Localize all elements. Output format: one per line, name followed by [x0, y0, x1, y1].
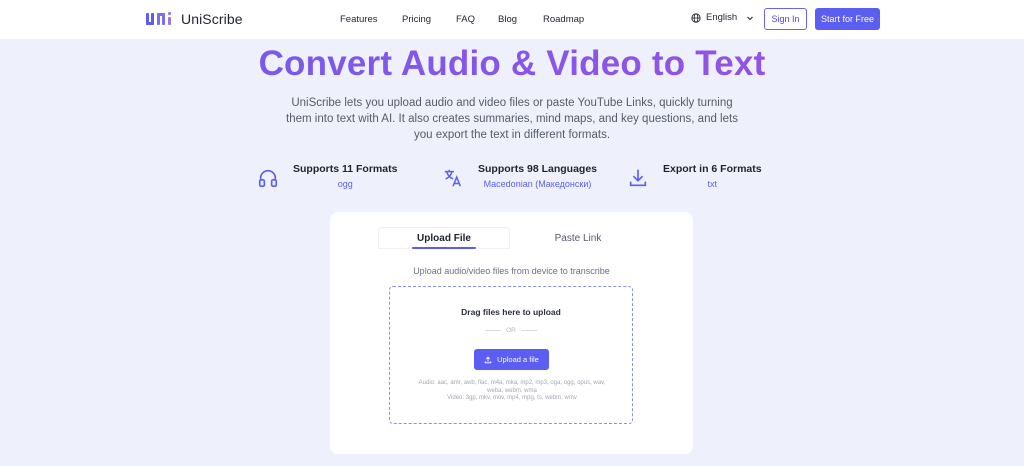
feature-formats-title: Supports 11 Formats [293, 163, 398, 175]
tab-upload-file[interactable]: Upload File [378, 227, 510, 249]
translate-icon [444, 169, 462, 187]
or-label: OR [506, 327, 516, 334]
upload-card: Upload File Paste Link Upload audio/vide… [330, 212, 693, 454]
feature-export-value: txt [707, 179, 718, 189]
video-formats: Video: 3gp, mkv, mov, mp4, mpg, ts, webm… [447, 395, 577, 401]
nav-features[interactable]: Features [340, 14, 378, 25]
nav-roadmap[interactable]: Roadmap [543, 14, 584, 25]
brand-logo[interactable]: UniScribe [145, 10, 243, 28]
upload-file-button[interactable]: Upload a file [474, 349, 549, 370]
nav-pricing[interactable]: Pricing [402, 14, 431, 25]
headphones-icon [258, 169, 278, 188]
download-icon [629, 169, 647, 187]
feature-formats: Supports 11 Formats ogg [257, 163, 397, 190]
start-free-button[interactable]: Start for Free [815, 8, 880, 30]
hero-title: Convert Audio & Video to Text [0, 44, 1024, 84]
dropzone-title: Drag files here to upload [461, 307, 561, 317]
upload-tabs: Upload File Paste Link [378, 227, 644, 249]
language-selector[interactable]: English [691, 12, 754, 23]
divider-line-left [485, 330, 502, 331]
audio-formats: Audio: aac, amr, awb, flac, m4a, mka, mp… [418, 380, 606, 394]
upload-button-label: Upload a file [497, 355, 539, 364]
supported-formats: Audio: aac, amr, awb, flac, m4a, mka, mp… [410, 380, 614, 403]
file-dropzone[interactable]: Drag files here to upload OR Upload a fi… [389, 286, 633, 424]
uniscribe-logo-icon [146, 12, 171, 25]
feature-languages-value: Macedonian (Македонски) [483, 179, 592, 189]
hero-description: UniScribe lets you upload audio and vide… [286, 97, 738, 141]
feature-languages-title: Supports 98 Languages [478, 163, 598, 175]
divider-line-right [520, 330, 537, 331]
feature-export-title: Export in 6 Formats [663, 163, 762, 175]
upload-hint: Upload audio/video files from device to … [413, 266, 610, 276]
brand-name: UniScribe [181, 11, 243, 27]
language-label: English [706, 12, 738, 23]
sign-in-button[interactable]: Sign In [764, 8, 807, 30]
feature-formats-value: ogg [337, 179, 353, 189]
upload-icon [484, 355, 492, 363]
globe-icon [691, 12, 701, 23]
feature-languages: Supports 98 Languages Macedonian (Македо… [442, 163, 597, 190]
nav-faq[interactable]: FAQ [456, 14, 475, 25]
nav-blog[interactable]: Blog [498, 14, 517, 25]
top-nav-bar: UniScribe Features Pricing FAQ Blog Road… [0, 0, 1024, 39]
tab-paste-link[interactable]: Paste Link [512, 227, 644, 249]
or-divider: OR [390, 327, 632, 334]
feature-export: Export in 6 Formats txt [627, 163, 762, 190]
chevron-down-icon [747, 16, 754, 20]
